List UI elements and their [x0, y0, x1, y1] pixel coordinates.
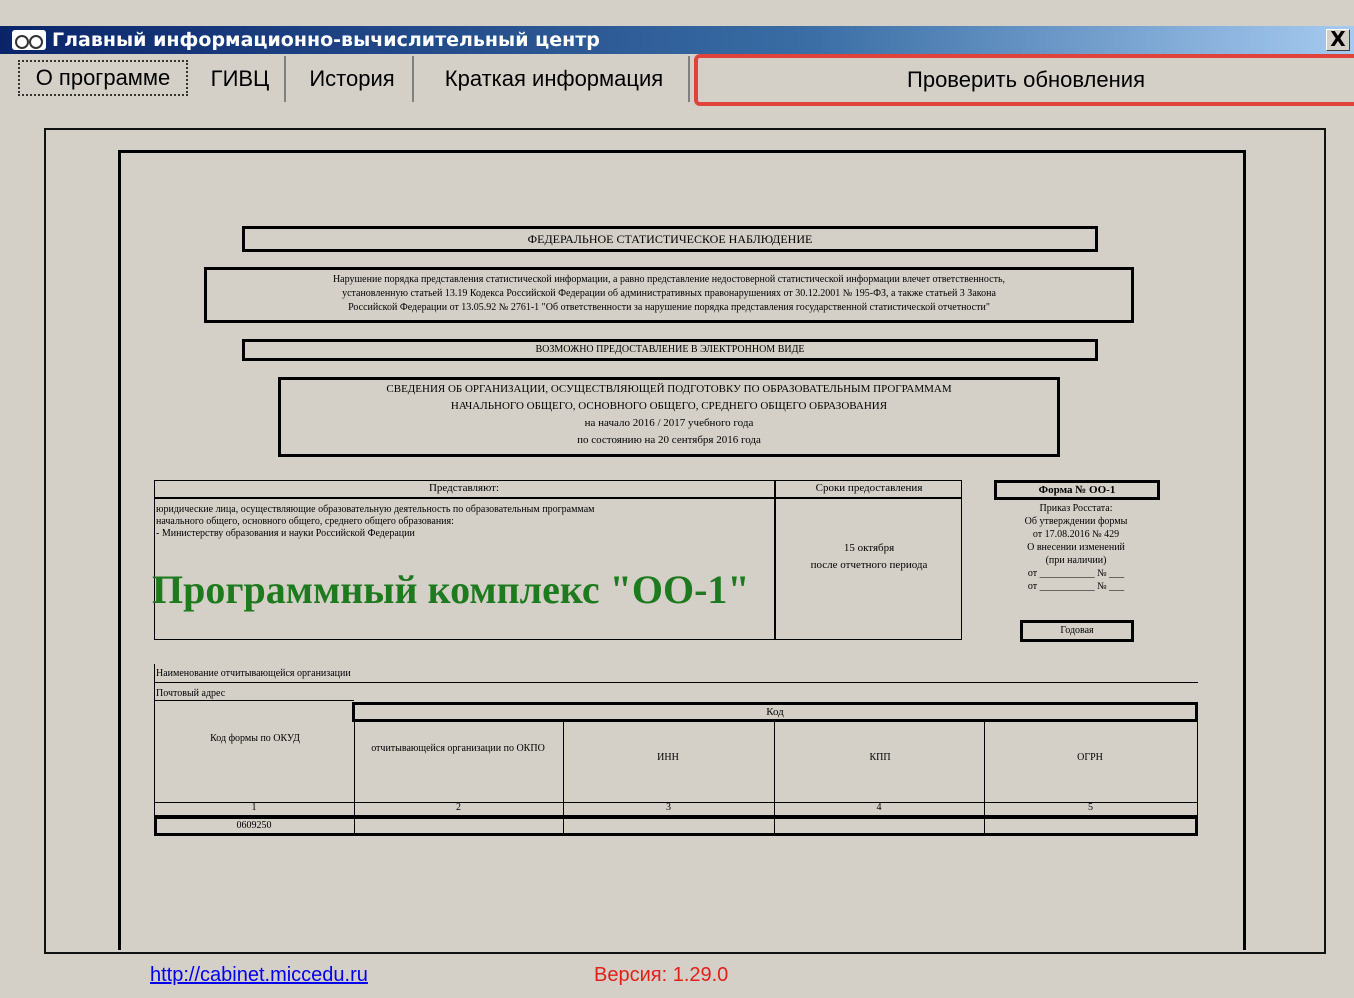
deadline-text: 15 октября после отчетного периода — [776, 540, 962, 574]
notice-line: Нарушение порядка представления статисти… — [332, 274, 1006, 285]
info-line: НАЧАЛЬНОГО ОБЩЕГО, ОСНОВНОГО ОБЩЕГО, СРЕ… — [450, 400, 888, 412]
col-ogrn: ОГРН — [1077, 752, 1103, 763]
approval-line: от 17.08.2016 № 429 — [1032, 529, 1120, 540]
form-number-box: Форма № ОО-1 — [994, 480, 1160, 500]
col-okpo: отчитывающейся организации по ОКПО — [371, 743, 545, 754]
approval-line: Об утверждении формы — [1024, 516, 1128, 527]
app-icon — [12, 30, 46, 50]
submitter-line: юридические лица, осуществляющие образов… — [156, 504, 595, 515]
approval-line: от ___________ № ___ — [1027, 581, 1125, 592]
org-name-label: Наименование отчитывающейся организации — [156, 668, 351, 679]
tab-history[interactable]: История — [292, 56, 414, 102]
approval-line: О внесении изменений — [1027, 542, 1125, 553]
address-label: Почтовый адрес — [156, 688, 226, 699]
info-line: по состоянию на 20 сентября 2016 года — [577, 434, 761, 446]
col-inn: ИНН — [657, 752, 679, 763]
window-title: Главный информационно-вычислительный цен… — [52, 29, 600, 51]
program-title: Программный комплекс "ОО-1" — [152, 567, 750, 612]
submitters-list: юридические лица, осуществляющие образов… — [156, 504, 766, 540]
divider — [154, 700, 354, 701]
code-header-box: Код — [352, 702, 1198, 722]
check-updates-label: Проверить обновления — [907, 67, 1145, 92]
col-number: 2 — [456, 802, 461, 813]
deadline-line: 15 октября — [843, 542, 895, 554]
federal-observation-box: ФЕДЕРАЛЬНОЕ СТАТИСТИЧЕСКОЕ НАБЛЮДЕНИЕ — [242, 226, 1098, 252]
report-info-box: СВЕДЕНИЯ ОБ ОРГАНИЗАЦИИ, ОСУЩЕСТВЛЯЮЩЕЙ … — [278, 377, 1060, 457]
legal-notice-box: Нарушение порядка представления статисти… — [204, 267, 1134, 323]
info-line: СВЕДЕНИЯ ОБ ОРГАНИЗАЦИИ, ОСУЩЕСТВЛЯЮЩЕЙ … — [386, 383, 952, 395]
tab-brief-info[interactable]: Краткая информация — [420, 56, 690, 102]
col-number: 1 — [251, 802, 257, 813]
approval-line: Приказ Росстата: — [1039, 503, 1113, 514]
approval-line: (при наличии) — [1045, 555, 1107, 566]
deadline-header: Сроки предоставления — [815, 482, 923, 494]
info-line: на начало 2016 / 2017 учебного года — [584, 417, 754, 429]
periodicity-box: Годовая — [1020, 620, 1134, 642]
col-number: 3 — [666, 802, 671, 813]
deadline-line: после отчетного периода — [810, 559, 928, 571]
col-number: 5 — [1088, 802, 1093, 813]
version-label: Версия: 1.29.0 — [594, 964, 729, 986]
col-okud: Код формы по ОКУД — [210, 733, 300, 744]
submitter-line: - Министерству образования и науки Росси… — [156, 528, 415, 539]
close-button[interactable]: X — [1326, 29, 1350, 51]
approval-text: Приказ Росстата: Об утверждении формы от… — [986, 502, 1166, 593]
col-number: 4 — [876, 802, 882, 813]
submitter-line: начального общего, основного общего, сре… — [156, 516, 454, 527]
tab-about[interactable]: О программе — [18, 60, 188, 96]
tab-givc[interactable]: ГИВЦ — [196, 56, 286, 102]
divider — [154, 682, 1198, 683]
col-kpp: КПП — [869, 752, 891, 763]
notice-line: установленную статьей 13.19 Кодекса Росс… — [342, 288, 996, 299]
notice-line: Российской Федерации от 13.05.92 № 2761-… — [348, 302, 990, 313]
submitters-header: Представляют: — [428, 482, 500, 494]
cabinet-link[interactable]: http://cabinet.miccedu.ru — [150, 964, 368, 987]
electronic-submission-box: ВОЗМОЖНО ПРЕДОСТАВЛЕНИЕ В ЭЛЕКТРОННОМ ВИ… — [242, 339, 1098, 361]
approval-line: от ___________ № ___ — [1027, 568, 1125, 579]
check-updates-button[interactable]: Проверить обновления — [694, 54, 1354, 106]
okud-value: 0609250 — [236, 820, 272, 831]
